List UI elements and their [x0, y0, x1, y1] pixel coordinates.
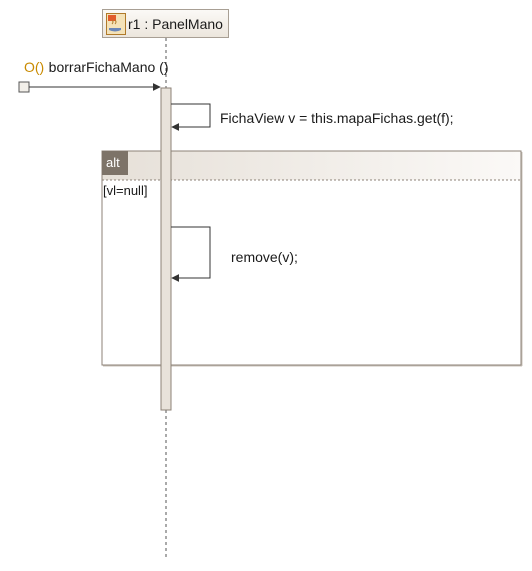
lifeline-label: r1 : PanelMano [128, 15, 223, 32]
fragment-operator-tab: alt [102, 151, 128, 175]
operation-icon: O() [24, 59, 45, 75]
lifeline-header[interactable]: r1 : PanelMano [102, 9, 229, 38]
self-message-2-label: remove(v); [231, 249, 298, 265]
java-class-icon [106, 12, 126, 35]
found-message-label: O() borrarFichaMano () [24, 59, 169, 77]
activation-bar[interactable] [160, 87, 172, 411]
self-message-1-label: FichaView v = this.mapaFichas.get(f); [220, 110, 454, 126]
found-message-text: borrarFichaMano () [48, 59, 169, 75]
found-message-start[interactable] [18, 81, 30, 93]
sequence-diagram [18, 38, 523, 560]
self-message-1-arrow[interactable] [171, 103, 211, 131]
self-message-2-arrow[interactable] [171, 226, 211, 282]
fragment-guard: [vl=null] [103, 183, 148, 198]
